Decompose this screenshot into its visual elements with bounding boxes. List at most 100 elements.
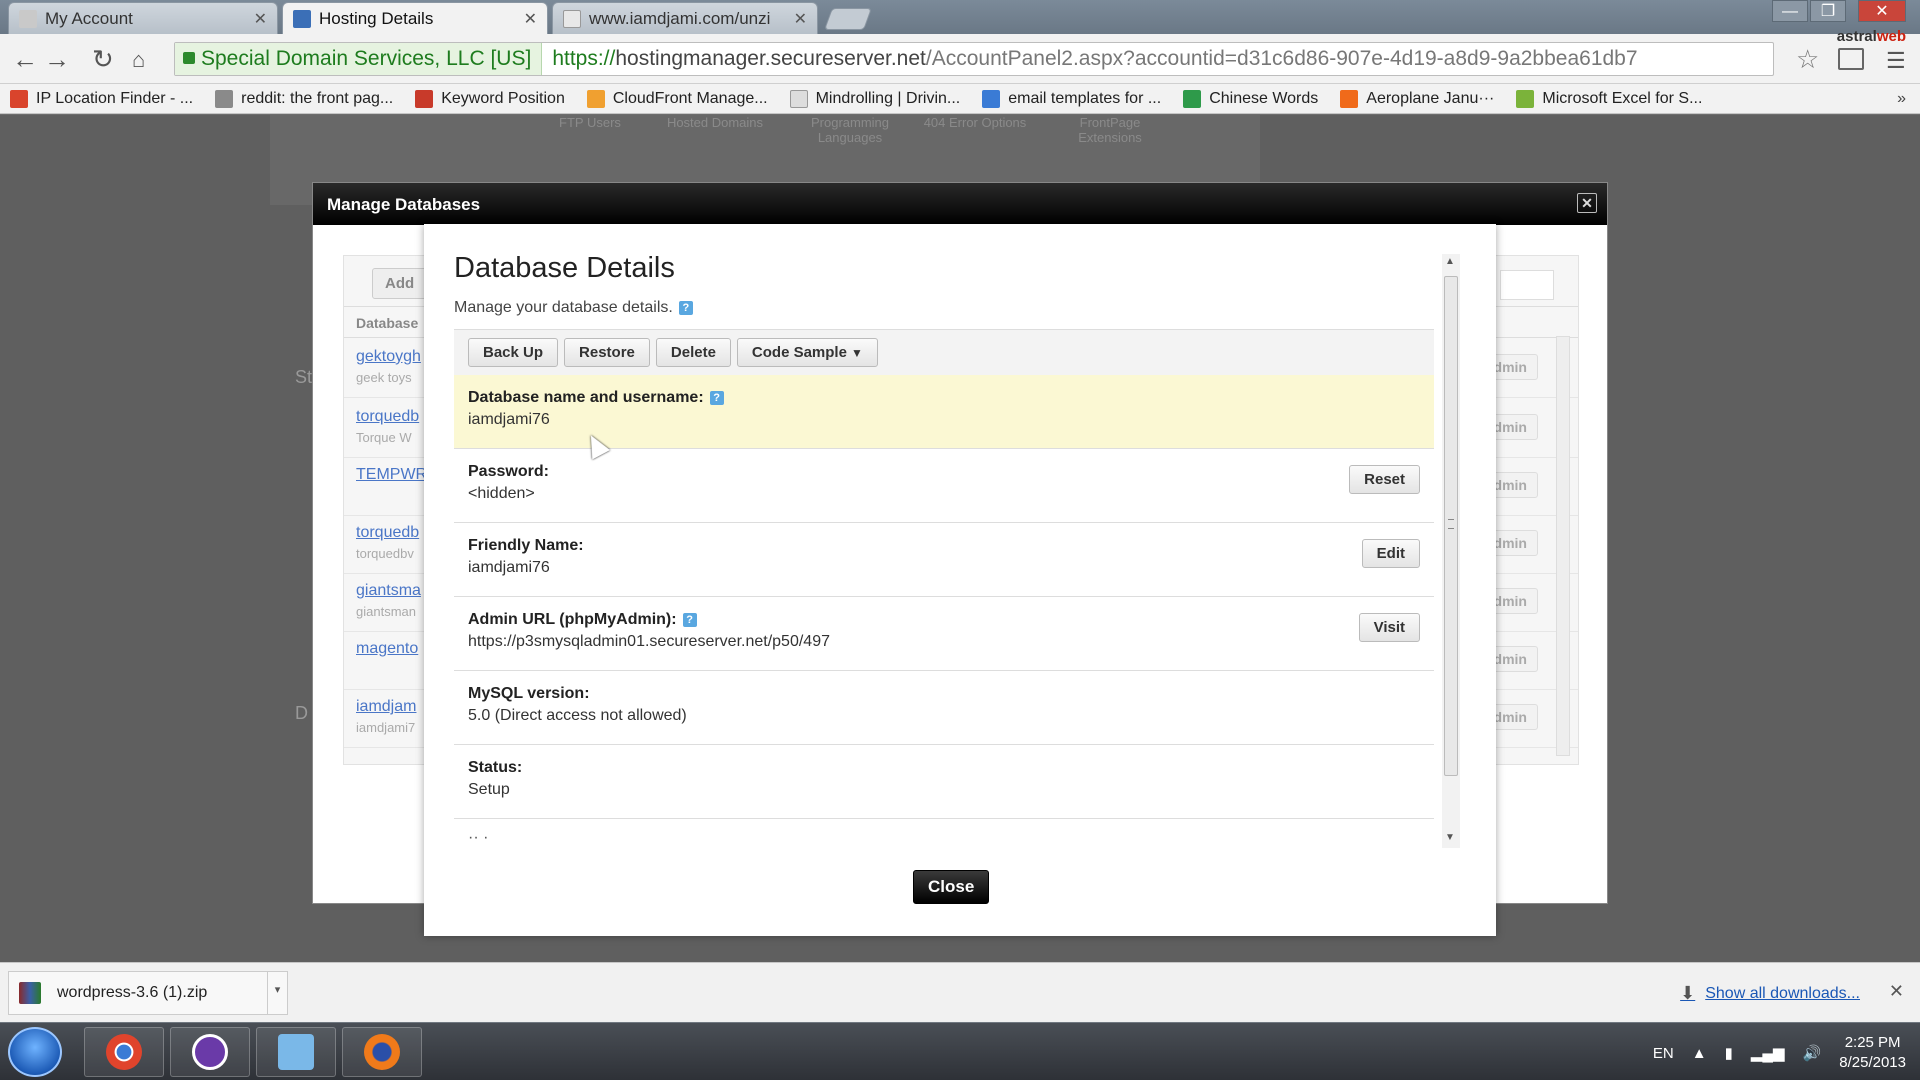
taskbar-app-firefox[interactable] xyxy=(342,1027,422,1077)
scroll-up-icon[interactable]: ▲ xyxy=(1445,256,1455,267)
close-icon[interactable]: ✕ xyxy=(1889,981,1904,1002)
clock-time: 2:25 PM xyxy=(1844,1034,1901,1051)
show-hidden-icons-icon[interactable]: ▲ xyxy=(1692,1045,1707,1062)
new-tab-button[interactable] xyxy=(823,8,873,30)
bookmark-item[interactable]: IP Location Finder - ... xyxy=(10,89,194,108)
bookmark-favicon-icon xyxy=(982,89,1001,108)
system-tray: EN ▲ ▮ ▂▄▆ 🔊 2:25 PM 8/25/2013 xyxy=(1653,1031,1906,1075)
url-text: https://hostingmanager.secureserver.net/… xyxy=(542,47,1637,71)
bookmark-item[interactable]: reddit: the front pag... xyxy=(215,89,393,108)
field-label-text: Database name and username: xyxy=(468,389,704,406)
bookmark-star-icon[interactable]: ☆ xyxy=(1796,44,1819,75)
download-item[interactable]: wordpress-3.6 (1).zip ▾ xyxy=(8,971,288,1015)
restore-button[interactable]: ❐ xyxy=(1810,0,1846,22)
tab-iamdjami[interactable]: www.iamdjami.com/unzi ✕ xyxy=(552,2,818,34)
lock-icon xyxy=(192,1034,228,1070)
url-host: hostingmanager.secureserver.net xyxy=(615,47,926,70)
tab-label: My Account xyxy=(45,8,133,28)
tab-strip: My Account ✕ Hosting Details ✕ www.iamdj… xyxy=(0,0,1920,34)
modal-header: Manage Databases ✕ xyxy=(313,183,1607,225)
signal-icon[interactable]: ▂▄▆ xyxy=(1751,1044,1785,1062)
extension-icon[interactable] xyxy=(1838,48,1864,70)
field-label: Admin URL (phpMyAdmin):? xyxy=(468,611,1420,629)
restore-button[interactable]: Restore xyxy=(564,338,650,367)
reset-password-button[interactable]: Reset xyxy=(1349,465,1420,494)
page-icon xyxy=(563,9,581,28)
dialog-title: Database Details xyxy=(454,252,675,284)
filter-input[interactable] xyxy=(1500,270,1554,300)
bookmark-item[interactable]: Aeroplane Janu··· xyxy=(1340,89,1494,108)
bookmark-favicon-icon xyxy=(1516,89,1535,108)
bookmark-item[interactable]: Chinese Words xyxy=(1183,89,1318,108)
field-password: Password: <hidden> Reset xyxy=(454,449,1434,523)
bookmark-label: IP Location Finder - ... xyxy=(36,89,194,107)
address-bar[interactable]: Special Domain Services, LLC [US] https:… xyxy=(174,42,1774,76)
tab-close-icon[interactable]: ✕ xyxy=(254,9,267,29)
minimize-button[interactable]: — xyxy=(1772,0,1808,22)
tab-label: www.iamdjami.com/unzi xyxy=(589,8,771,28)
volume-icon[interactable]: 🔊 xyxy=(1803,1044,1822,1062)
browser-toolbar: ← → ↻ ⌂ Special Domain Services, LLC [US… xyxy=(0,28,1920,84)
bookmark-favicon-icon xyxy=(1340,89,1359,108)
bookmark-item[interactable]: CloudFront Manage... xyxy=(586,89,768,108)
ev-certificate-badge[interactable]: Special Domain Services, LLC [US] xyxy=(175,43,543,75)
edit-button[interactable]: Edit xyxy=(1361,539,1420,568)
close-button[interactable]: Close xyxy=(913,870,990,904)
bookmark-favicon-icon xyxy=(586,89,605,108)
help-icon[interactable]: ? xyxy=(709,391,724,405)
home-icon[interactable]: ⌂ xyxy=(132,47,145,73)
tab-my-account[interactable]: My Account ✕ xyxy=(8,2,278,34)
bg-nav-item: Programming Languages xyxy=(810,115,890,145)
scrollbar[interactable] xyxy=(1556,336,1570,756)
backup-button[interactable]: Back Up xyxy=(468,338,559,367)
field-label: Status: xyxy=(468,759,523,776)
clock[interactable]: 2:25 PM 8/25/2013 xyxy=(1839,1033,1906,1073)
back-icon[interactable]: ← xyxy=(12,44,38,75)
modal-title: Manage Databases xyxy=(327,195,481,214)
firefox-icon xyxy=(364,1034,400,1070)
close-icon[interactable]: ✕ xyxy=(1577,193,1597,213)
extension-label-part-b: web xyxy=(1876,28,1906,45)
bookmark-favicon-icon xyxy=(415,89,434,108)
paint-icon xyxy=(278,1034,314,1070)
help-icon[interactable]: ? xyxy=(678,301,693,315)
tab-close-icon[interactable]: ✕ xyxy=(524,9,537,29)
download-filename: wordpress-3.6 (1).zip xyxy=(57,984,208,1001)
scrollbar-thumb[interactable] xyxy=(1444,276,1458,776)
language-indicator[interactable]: EN xyxy=(1653,1045,1674,1062)
reload-icon[interactable]: ↻ xyxy=(92,44,114,75)
delete-button[interactable]: Delete xyxy=(655,338,731,367)
start-button[interactable] xyxy=(8,1027,62,1077)
tab-label: Hosting Details xyxy=(319,8,434,28)
bookmark-favicon-icon xyxy=(789,89,808,108)
field-value: 5.0 (Direct access not allowed) xyxy=(468,707,687,724)
bookmark-item[interactable]: Mindrolling | Drivin... xyxy=(789,89,960,108)
taskbar-app-paint[interactable] xyxy=(256,1027,336,1077)
bookmark-item[interactable]: email templates for ... xyxy=(982,89,1162,108)
field-label: Password: xyxy=(468,463,549,480)
bookmark-item[interactable]: Microsoft Excel for S... xyxy=(1516,89,1702,108)
menu-icon[interactable]: ☰ xyxy=(1886,48,1906,74)
bookmarks-overflow-icon[interactable]: » xyxy=(1897,90,1906,108)
code-sample-dropdown[interactable]: Code Sample ▼ xyxy=(736,338,878,367)
scrollbar[interactable]: ▲ ▼ xyxy=(1442,254,1460,848)
add-database-button[interactable]: Add xyxy=(372,268,428,299)
show-all-downloads-link[interactable]: ⬇ Show all downloads... xyxy=(1680,983,1860,1004)
bookmark-item[interactable]: Keyword Position xyxy=(415,89,565,108)
forward-icon[interactable]: → xyxy=(44,44,70,75)
chevron-down-icon[interactable]: ▾ xyxy=(267,972,287,1014)
taskbar-app-chrome[interactable] xyxy=(84,1027,164,1077)
taskbar-app-vpn[interactable] xyxy=(170,1027,250,1077)
bookmark-label: email templates for ... xyxy=(1008,89,1162,107)
help-icon[interactable]: ? xyxy=(682,613,697,627)
network-icon[interactable]: ▮ xyxy=(1725,1044,1733,1062)
visit-button[interactable]: Visit xyxy=(1358,613,1420,642)
close-window-button[interactable]: ✕ xyxy=(1858,0,1906,22)
field-label: Database name and username:? xyxy=(468,389,1420,407)
scroll-down-icon[interactable]: ▼ xyxy=(1445,832,1455,843)
page-icon xyxy=(293,9,311,28)
taskbar: EN ▲ ▮ ▂▄▆ 🔊 2:25 PM 8/25/2013 xyxy=(0,1022,1920,1080)
tab-hosting-details[interactable]: Hosting Details ✕ xyxy=(282,2,548,34)
tab-close-icon[interactable]: ✕ xyxy=(794,9,807,29)
bookmark-favicon-icon xyxy=(1183,89,1202,108)
